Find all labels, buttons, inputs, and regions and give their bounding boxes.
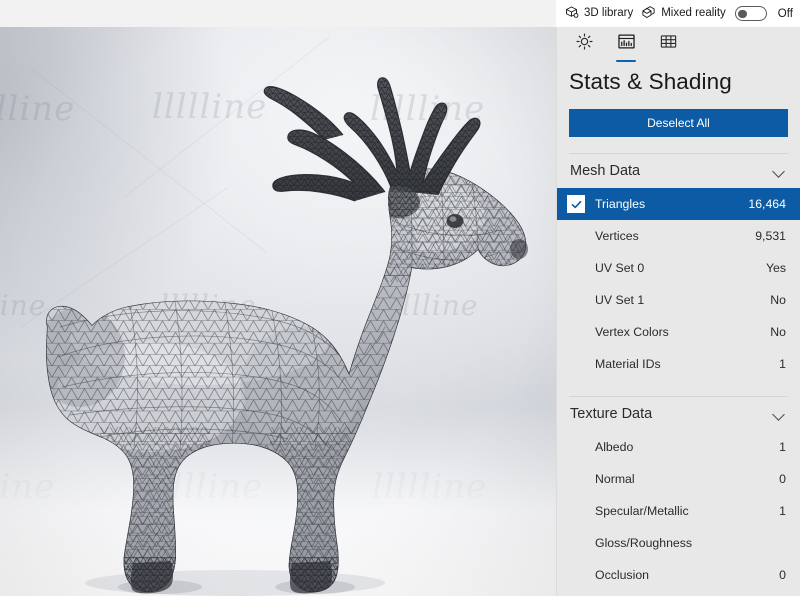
sun-brightness-icon [575,32,594,56]
table-row[interactable]: Gloss/Roughness [557,527,800,559]
row-label: Vertices [595,229,639,243]
table-row[interactable]: Specular/Metallic 1 [557,495,800,527]
mixed-reality-state: Off [777,7,793,20]
tab-stats-shading[interactable] [609,28,643,62]
row-label: Specular/Metallic [595,504,689,518]
row-label: Triangles [595,197,646,211]
stats-chart-icon [617,32,636,56]
tab-lighting[interactable] [567,28,601,60]
tab-grid[interactable] [651,28,685,60]
grid-wireframe-icon [659,32,678,56]
row-label: UV Set 0 [595,261,645,275]
table-row[interactable]: Normal 0 [557,463,800,495]
row-checkbox[interactable] [567,195,585,213]
row-value: No [770,293,786,307]
3d-library-button[interactable]: 3D library [560,0,637,27]
row-value: 0 [779,472,786,486]
page-title: Stats & Shading [569,69,732,94]
table-row[interactable]: Vertices 9,531 [557,220,800,252]
top-toolbar: 3D library Mixed reality Off [556,0,800,27]
row-label: UV Set 1 [595,293,645,307]
table-row[interactable]: Triangles 16,464 [557,188,800,220]
table-row[interactable]: Vertex Colors No [557,316,800,348]
mixed-reality-label: Mixed reality [661,7,726,19]
table-row[interactable]: UV Set 1 No [557,284,800,316]
3d-viewport[interactable]: llllline llllline llllline llllline llll… [0,27,556,596]
panel-tab-strip [557,27,800,62]
mixed-reality-toggle[interactable] [734,6,767,21]
table-row[interactable]: Albedo 1 [557,431,800,463]
chevron-down-icon[interactable] [773,165,786,178]
section-title: Texture Data [570,406,653,422]
deer-wireframe-model[interactable] [0,27,556,596]
table-row[interactable]: Occlusion 0 [557,559,800,591]
row-value: 1 [779,504,786,518]
deselect-all-button[interactable]: Deselect All [569,109,788,137]
viewport-top-strip [0,0,556,27]
table-row[interactable]: UV Set 0 Yes [557,252,800,284]
row-value: 16,464 [748,197,786,211]
right-properties-panel: Stats & Shading Deselect All Mesh Data T… [556,0,800,596]
row-value: 9,531 [755,229,786,243]
panel-content: Mesh Data Triangles 16,464 Vertices 9,53… [557,153,800,591]
tab-selected-indicator [616,59,636,62]
row-label: Material IDs [595,357,661,371]
section-header-mesh-data[interactable]: Mesh Data [557,154,800,188]
3d-library-label: 3D library [584,7,634,19]
row-value: 0 [779,568,786,582]
toggle-knob [738,9,747,19]
section-header-texture-data[interactable]: Texture Data [557,397,800,431]
mixed-reality-control[interactable]: Mixed reality Off [637,0,797,27]
row-value: 1 [779,357,786,371]
row-value: No [770,325,786,339]
viewport-column: llllline llllline llllline llllline llll… [0,0,556,596]
cube-3d-icon [564,5,579,23]
row-label: Albedo [595,440,634,454]
chevron-down-icon[interactable] [773,408,786,421]
row-label: Vertex Colors [595,325,669,339]
table-row[interactable]: Material IDs 1 [557,348,800,380]
section-title: Mesh Data [570,163,641,179]
mixed-reality-icon [641,5,656,23]
row-label: Occlusion [595,568,649,582]
row-value: 1 [779,440,786,454]
row-label: Gloss/Roughness [595,536,693,550]
row-value: Yes [765,261,786,275]
row-label: Normal [595,472,635,486]
